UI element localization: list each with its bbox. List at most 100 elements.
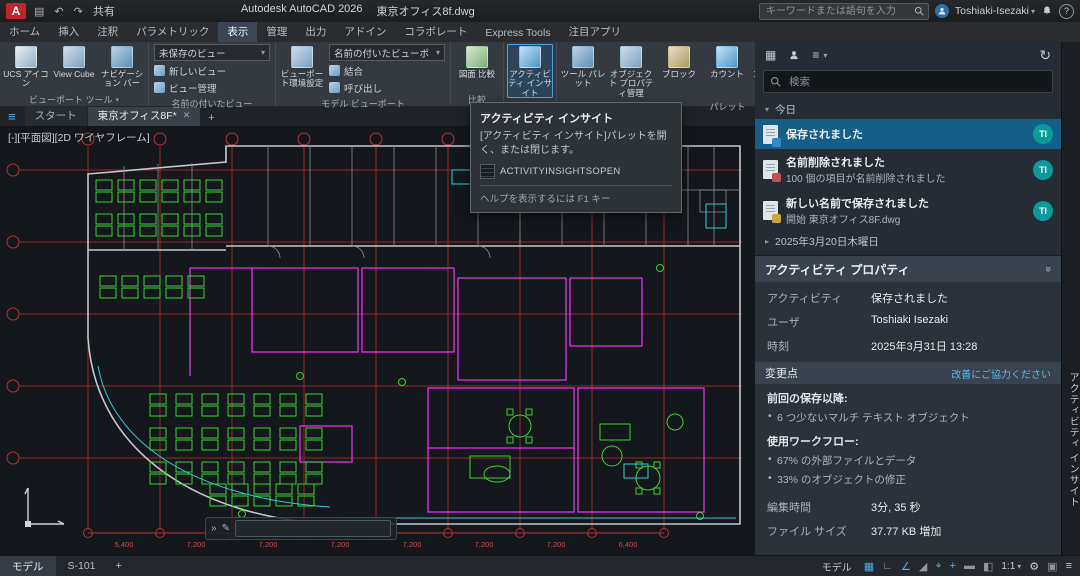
palette-search[interactable] bbox=[763, 70, 1053, 93]
transparency-icon[interactable]: ◧ bbox=[983, 560, 993, 573]
save-icon[interactable]: ▤ bbox=[32, 5, 46, 18]
share-button[interactable]: 共有 bbox=[93, 3, 115, 19]
search-icon[interactable] bbox=[914, 6, 924, 16]
lineweight-icon[interactable]: ▬ bbox=[964, 560, 975, 572]
panel-label-viewport-tools[interactable]: ビューポート ツール bbox=[0, 93, 148, 106]
palette-side-tab-label[interactable]: アクティビティ インサイト bbox=[1065, 372, 1080, 508]
restore-viewport-button[interactable]: 呼び出し bbox=[329, 80, 445, 95]
tab-view[interactable]: 表示 bbox=[218, 21, 257, 42]
tab-home[interactable]: ホーム bbox=[0, 21, 49, 42]
ucs-icon-button[interactable]: UCS アイコン bbox=[3, 44, 49, 91]
expand-command-history-icon[interactable]: » bbox=[211, 523, 217, 534]
model-label[interactable]: モデル bbox=[822, 559, 852, 574]
object-snap-icon[interactable]: ⌖ bbox=[935, 560, 941, 573]
event-row-saved[interactable]: 保存されました TI bbox=[755, 119, 1061, 149]
command-line-bar[interactable]: » ✎ bbox=[205, 517, 397, 540]
command-input[interactable] bbox=[235, 520, 391, 537]
event-row-saved-as[interactable]: 新しい名前で保存されました 開始 東京オフィス8F.dwg TI bbox=[755, 190, 1061, 231]
refresh-icon[interactable]: ↻ bbox=[1039, 47, 1051, 64]
view-manager-button[interactable]: ビュー管理 bbox=[154, 80, 270, 95]
tab-parametric[interactable]: パラメトリック bbox=[127, 21, 218, 42]
ribbon: UCS アイコン View Cube ナビゲーション バー ビューポート ツール bbox=[0, 42, 755, 107]
global-search[interactable] bbox=[759, 3, 929, 20]
user-filter-icon[interactable] bbox=[788, 49, 800, 61]
dimension-labels: 5,400 7,200 7,200 7,200 7,200 7,200 7,20… bbox=[115, 540, 638, 549]
group-march-20[interactable]: ▸2025年3月20日木曜日 bbox=[755, 231, 1061, 251]
document-title: 東京オフィス8f.dwg bbox=[377, 3, 475, 19]
snap-mode-icon[interactable]: ∟ bbox=[882, 560, 893, 572]
view-combo[interactable]: 未保存のビュー bbox=[154, 44, 270, 61]
blocks-palette-button[interactable]: ブロック bbox=[656, 44, 702, 98]
drawing-compare-button[interactable]: 図面 比較 bbox=[454, 44, 500, 91]
panel-compare: 図面 比較 比較 bbox=[451, 42, 504, 106]
sort-filter-icon[interactable]: ≡ bbox=[812, 48, 827, 62]
tab-insert[interactable]: 挿入 bbox=[49, 21, 88, 42]
redo-icon[interactable]: ↷ bbox=[72, 5, 85, 18]
close-tab-icon[interactable]: ✕ bbox=[183, 110, 191, 121]
group-today[interactable]: ▾今日 bbox=[755, 99, 1061, 119]
new-drawing-tab-button[interactable]: + bbox=[201, 110, 221, 126]
tooltip-description: [アクティビティ インサイト]パレットを開く、または閉じます。 bbox=[480, 130, 672, 157]
purge-event-icon bbox=[763, 160, 778, 179]
tab-output[interactable]: 出力 bbox=[296, 21, 335, 42]
polar-tracking-icon[interactable]: ∠ bbox=[901, 560, 911, 573]
panel-model-viewports: ビューポート環境設定 名前の付いたビューポート 結合 呼び出し bbox=[276, 42, 451, 106]
palette-side-strip[interactable]: アクティビティ インサイト bbox=[1061, 42, 1080, 556]
partition-walls bbox=[190, 268, 704, 512]
panel-history: アクティビティ インサイト 履歴 bbox=[504, 42, 557, 106]
feedback-link[interactable]: 改善にご協力ください bbox=[951, 366, 1051, 381]
join-viewport-button[interactable]: 結合 bbox=[329, 63, 445, 78]
dynamic-input-icon[interactable]: + bbox=[950, 560, 956, 572]
autocad-window: A ▤ ↶ ↷ 共有 Autodesk AutoCAD 2026 東京オフィス8… bbox=[0, 0, 1080, 576]
tab-addins[interactable]: アドイン bbox=[335, 21, 395, 42]
notifications-bell-icon[interactable] bbox=[1041, 5, 1053, 17]
help-icon[interactable]: ? bbox=[1059, 4, 1074, 19]
event-row-purged[interactable]: 名前削除されました 100 個の項目が名前削除されました TI bbox=[755, 149, 1061, 190]
svg-text:7,200: 7,200 bbox=[331, 540, 350, 549]
new-view-icon bbox=[154, 65, 165, 76]
properties-palette-button[interactable]: オブジェクト プロパティ管理 bbox=[608, 44, 654, 98]
new-view-button[interactable]: 新しいビュー bbox=[154, 63, 270, 78]
collapse-chevron-icon[interactable]: » bbox=[1042, 266, 1054, 272]
palette-search-input[interactable] bbox=[787, 75, 1046, 89]
navigation-bar-icon bbox=[111, 46, 133, 68]
viewport-controls-label[interactable]: [-][平面図][2D ワイヤフレーム] bbox=[8, 130, 150, 145]
user-menu[interactable]: Toshiaki-Isezaki bbox=[955, 5, 1035, 17]
tab-collaborate[interactable]: コラボレート bbox=[395, 21, 476, 42]
model-space-tab[interactable]: モデル bbox=[0, 556, 56, 576]
file-tab-menu-icon[interactable]: ≡ bbox=[0, 109, 24, 126]
status-menu-icon[interactable]: ≡ bbox=[1066, 560, 1072, 572]
tab-annotate[interactable]: 注釈 bbox=[88, 21, 127, 42]
tab-express-tools[interactable]: Express Tools bbox=[476, 24, 559, 42]
viewcube-button[interactable]: View Cube bbox=[51, 44, 97, 91]
customization-gear-icon[interactable]: ⚙ bbox=[1029, 560, 1039, 573]
edit-time-row: 編集時間 3分, 35 秒 bbox=[755, 495, 1061, 519]
isometric-drafting-icon[interactable]: ◢ bbox=[919, 560, 927, 573]
global-search-input[interactable] bbox=[764, 5, 910, 18]
drawing-compare-icon bbox=[466, 46, 488, 68]
tab-manage[interactable]: 管理 bbox=[257, 21, 296, 42]
activity-properties-header[interactable]: アクティビティ プロパティ » bbox=[755, 256, 1061, 282]
autocad-logo[interactable]: A bbox=[6, 3, 26, 19]
customize-command-icon[interactable]: ✎ bbox=[222, 523, 230, 534]
named-viewport-combo[interactable]: 名前の付いたビューポート bbox=[329, 44, 445, 61]
panel-viewport-tools: UCS アイコン View Cube ナビゲーション バー ビューポート ツール bbox=[0, 42, 149, 106]
panel-label-model-viewports[interactable]: モデル ビューポート bbox=[276, 97, 450, 110]
add-layout-button[interactable]: + bbox=[108, 557, 130, 575]
user-avatar[interactable] bbox=[935, 4, 949, 18]
tool-palettes-button[interactable]: ツール パレット bbox=[560, 44, 606, 98]
tab-featured-apps[interactable]: 注目アプリ bbox=[560, 21, 631, 42]
view-options-icon[interactable]: ▦ bbox=[765, 48, 776, 62]
viewport-config-button[interactable]: ビューポート環境設定 bbox=[279, 44, 325, 95]
user-initials-badge: TI bbox=[1033, 201, 1053, 221]
undo-icon[interactable]: ↶ bbox=[52, 5, 65, 18]
panel-label-named-views[interactable]: 名前の付いたビュー bbox=[149, 97, 275, 110]
annotation-scale-control[interactable]: 1:1 bbox=[1001, 561, 1021, 572]
clean-screen-icon[interactable]: ▣ bbox=[1047, 560, 1057, 573]
tab-start[interactable]: スタート bbox=[25, 105, 87, 126]
layout-tab-s101[interactable]: S-101 bbox=[56, 557, 108, 575]
grid-display-icon[interactable]: ▦ bbox=[864, 560, 874, 573]
navigation-bar-button[interactable]: ナビゲーション バー bbox=[99, 44, 145, 91]
count-palette-button[interactable]: カウント bbox=[704, 44, 750, 98]
activity-insights-button[interactable]: アクティビティ インサイト bbox=[507, 44, 553, 98]
